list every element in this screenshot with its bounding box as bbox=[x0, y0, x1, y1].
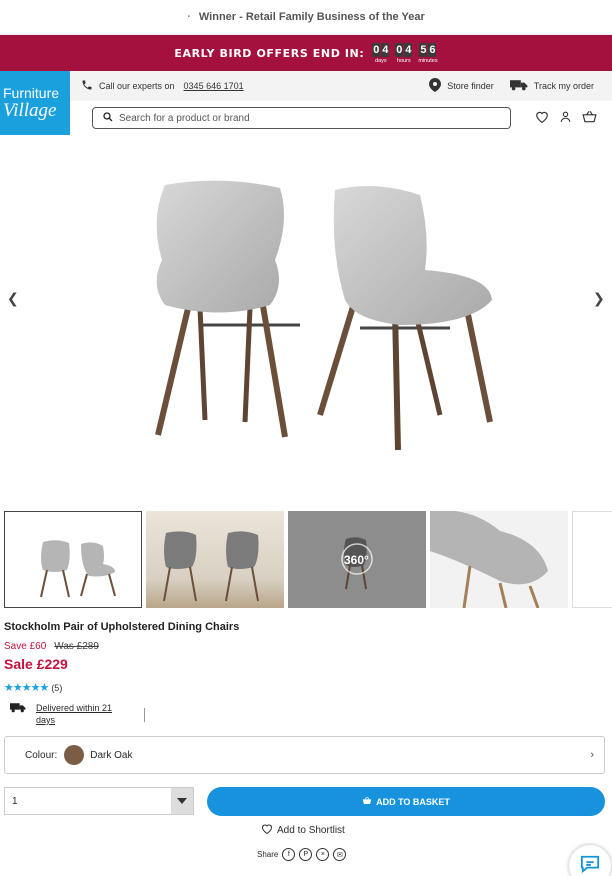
promo-bullet: · bbox=[187, 11, 191, 23]
chevron-right-icon: › bbox=[590, 749, 594, 761]
promo-bar: · Winner - Retail Family Business of the… bbox=[0, 0, 612, 35]
account-icon[interactable] bbox=[559, 110, 572, 128]
add-to-shortlist-label: Add to Shortlist bbox=[277, 824, 345, 836]
countdown-label: EARLY BIRD OFFERS END IN: bbox=[174, 46, 365, 60]
delivery-divider bbox=[144, 708, 145, 722]
next-image-arrow[interactable]: ❯ bbox=[593, 290, 605, 307]
delivery-info: Delivered within 21 days bbox=[10, 702, 145, 726]
countdown-minutes: 5 6 minutes bbox=[418, 42, 438, 64]
chat-button[interactable] bbox=[569, 845, 611, 876]
add-to-shortlist-button[interactable]: Add to Shortlist bbox=[261, 823, 345, 837]
store-finder-label: Store finder bbox=[447, 81, 494, 91]
star-rating-icon: ★★★★★ bbox=[4, 682, 49, 694]
chair-left bbox=[155, 180, 300, 438]
pinterest-icon[interactable]: P bbox=[299, 848, 313, 861]
track-order-link[interactable]: Track my order bbox=[509, 79, 594, 93]
promo-text: Winner - Retail Family Business of the Y… bbox=[198, 11, 425, 23]
call-experts: Call our experts on 0345 646 1701 bbox=[81, 79, 244, 93]
heart-icon bbox=[261, 823, 273, 837]
was-price: Was £289 bbox=[54, 641, 99, 652]
search-input[interactable]: Search for a product or brand bbox=[92, 107, 511, 129]
logo-line2: Village bbox=[3, 99, 57, 121]
sale-price: Sale £229 bbox=[4, 656, 68, 672]
quantity-select[interactable]: 1 bbox=[4, 787, 194, 815]
dropdown-arrow-icon[interactable] bbox=[171, 788, 193, 814]
info-bar: Call our experts on 0345 646 1701 Store … bbox=[70, 71, 612, 101]
add-to-basket-button[interactable]: ADD TO BASKET bbox=[207, 787, 605, 816]
hours-digit: 4 bbox=[404, 42, 413, 57]
phone-number-link[interactable]: 0345 646 1701 bbox=[184, 81, 244, 91]
countdown-hours: 0 4 hours bbox=[395, 42, 413, 64]
heart-icon[interactable] bbox=[535, 110, 549, 128]
store-finder-link[interactable]: Store finder bbox=[429, 78, 494, 94]
truck-icon bbox=[509, 79, 528, 93]
delivery-link[interactable]: Delivered within 21 days bbox=[36, 702, 128, 726]
product-title: Stockholm Pair of Upholstered Dining Cha… bbox=[4, 621, 240, 633]
thumbnail-5[interactable] bbox=[572, 511, 612, 608]
facebook-icon[interactable]: f bbox=[282, 848, 296, 861]
basket-icon bbox=[362, 796, 372, 807]
colour-label: Colour: bbox=[25, 749, 58, 761]
product-main-image[interactable] bbox=[0, 160, 612, 500]
hours-digit: 0 bbox=[395, 42, 404, 57]
add-to-basket-label: ADD TO BASKET bbox=[376, 796, 450, 807]
thumbnail-strip: 360° bbox=[4, 511, 612, 609]
share-label: Share bbox=[257, 850, 279, 859]
colour-swatch bbox=[64, 745, 85, 765]
prev-image-arrow[interactable]: ❮ bbox=[7, 290, 19, 307]
hours-label: hours bbox=[396, 57, 411, 64]
thumbnail-1[interactable] bbox=[4, 511, 142, 608]
quantity-value: 1 bbox=[12, 795, 18, 807]
phone-icon bbox=[81, 79, 93, 93]
colour-value: Dark Oak bbox=[90, 749, 133, 761]
colour-selector[interactable]: Colour: Dark Oak › bbox=[4, 736, 605, 774]
chair-right bbox=[317, 186, 493, 451]
countdown-timer: 0 4 days 0 4 hours 5 6 minutes bbox=[372, 42, 438, 64]
minutes-digit: 6 bbox=[428, 42, 437, 57]
price-savings: Save £60 Was £289 bbox=[4, 641, 99, 652]
thumbnail-360-view[interactable]: 360° bbox=[288, 511, 426, 608]
days-digit: 4 bbox=[381, 42, 390, 57]
track-order-label: Track my order bbox=[533, 81, 594, 91]
days-label: days bbox=[375, 57, 387, 64]
days-digit: 0 bbox=[372, 42, 381, 57]
countdown-banner[interactable]: EARLY BIRD OFFERS END IN: 0 4 days 0 4 h… bbox=[0, 35, 612, 71]
thumbnail-2[interactable] bbox=[146, 511, 284, 608]
review-count[interactable]: (5) bbox=[51, 683, 62, 693]
map-pin-icon bbox=[429, 78, 442, 94]
site-logo[interactable]: Furniture Village bbox=[0, 71, 70, 135]
share-row: Share f P × ✉ bbox=[257, 848, 347, 861]
logo-line1: Furniture bbox=[3, 84, 60, 101]
countdown-days: 0 4 days bbox=[372, 42, 390, 64]
basket-icon[interactable] bbox=[582, 110, 597, 128]
call-text: Call our experts on bbox=[99, 81, 175, 91]
x-twitter-icon[interactable]: × bbox=[316, 848, 330, 861]
product-rating[interactable]: ★★★★★ (5) bbox=[4, 681, 62, 694]
search-placeholder: Search for a product or brand bbox=[119, 112, 250, 124]
search-icon bbox=[103, 111, 113, 125]
minutes-label: minutes bbox=[418, 57, 438, 64]
chat-icon bbox=[579, 854, 601, 876]
delivery-truck-icon bbox=[10, 702, 26, 715]
thumbnail-4[interactable] bbox=[430, 511, 568, 608]
view-360-label: 360° bbox=[344, 553, 369, 567]
minutes-digit: 5 bbox=[419, 42, 428, 57]
email-icon[interactable]: ✉ bbox=[333, 848, 347, 861]
header-icons bbox=[535, 110, 597, 128]
save-amount: Save £60 bbox=[4, 641, 47, 652]
